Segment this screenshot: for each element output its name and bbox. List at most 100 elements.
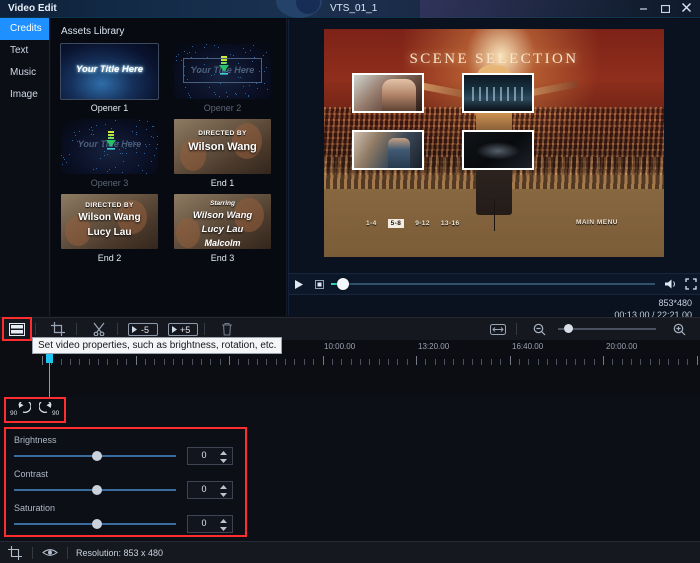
rotate-clockwise-icon[interactable]: 90 [39,400,61,420]
asset-item-end-3[interactable]: Starring Wilson Wang Lucy Lau Malcolm En… [174,194,279,263]
thumb-speck [123,147,124,148]
crop-icon[interactable] [6,545,24,561]
main-menu-link[interactable]: MAIN MENU [576,219,618,226]
forward-5-icon[interactable]: +5 [167,319,199,339]
fit-icon[interactable] [485,319,511,339]
sidebar-item-credits[interactable]: Credits [0,18,49,40]
zoom-knob[interactable] [564,324,573,333]
scissors-icon[interactable] [86,319,112,339]
svg-text:-5: -5 [141,325,149,335]
saturation-stepper[interactable]: 0 [187,515,233,533]
thumb-speck [267,89,268,90]
scene-nav-1-4[interactable]: 1-4 [366,220,377,227]
thumb-speck [264,71,265,72]
eye-icon[interactable] [41,545,59,561]
progress-track [331,283,655,285]
thumb-speck [92,130,93,131]
thumb-speck [128,142,129,143]
toolbar-separator [35,323,36,335]
scene-nav-13-16[interactable]: 13-16 [441,220,460,227]
stop-icon[interactable] [309,273,329,295]
thumb-speck [189,95,190,96]
brightness-stepper[interactable]: 0 [187,447,233,465]
sidebar-item-image[interactable]: Image [0,84,49,106]
scene-glow [476,142,520,160]
scene-thumbnail-3[interactable] [352,130,424,170]
film-icon[interactable] [4,319,30,339]
scene-thumbnail-2[interactable] [462,73,534,113]
stepper-arrows[interactable] [219,450,228,464]
zoom-in-icon[interactable] [666,319,692,339]
thumb-speck [233,55,234,56]
asset-item-end-2[interactable]: DIRECTED BY Wilson Wang Lucy Lau End 2 [61,194,166,263]
playhead-handle[interactable] [46,354,53,363]
rotation-controls: 90 90 [4,397,66,423]
video-preview-screen[interactable]: SCENE SELECTION 1-4 5-8 9-12 13-16 MAIN … [324,29,664,257]
ruler-tick [42,356,43,365]
progress-knob[interactable] [337,278,349,290]
volume-icon[interactable] [661,273,681,295]
slider-knob[interactable] [92,451,102,461]
thumb-speck [69,154,70,155]
fullscreen-icon[interactable] [681,273,700,295]
thumb-speck [252,61,253,62]
thumb-speck [115,167,116,168]
sidebar-item-text[interactable]: Text [0,40,49,62]
thumb-speck [240,77,241,78]
thumb-speck [230,54,231,55]
playback-progress-slider[interactable] [331,273,655,295]
contrast-slider[interactable] [14,483,176,497]
stepper-arrows[interactable] [219,518,228,532]
zoom-out-icon[interactable] [526,319,552,339]
saturation-label: Saturation [14,503,237,513]
thumb-speck [100,158,101,159]
scene-thumbnail-1[interactable] [352,73,424,113]
thumb-speck [178,54,179,55]
thumb-speck [123,161,124,162]
timeline-zoom-slider[interactable] [558,319,656,339]
slider-knob[interactable] [92,519,102,529]
asset-label: Opener 2 [174,103,271,113]
timeline-track-row [0,365,700,397]
crop-icon[interactable] [45,319,71,339]
thumb-speck [146,173,147,174]
asset-item-end-1[interactable]: DIRECTED BY Wilson Wang End 1 [174,119,279,188]
asset-item-opener-1[interactable]: Your Title Here Opener 1 [61,44,166,113]
brightness-slider[interactable] [14,449,176,463]
thumb-speck [219,96,220,97]
close-button[interactable] [681,2,694,15]
scene-nav-5-8[interactable]: 5-8 [388,219,405,228]
thumb-speck [72,140,73,141]
thumb-speck [204,47,205,48]
resolution-status-text: Resolution: 853 x 480 [76,548,163,558]
asset-item-opener-3[interactable]: Your Title Here Opener 3 [61,119,166,188]
contrast-stepper[interactable]: 0 [187,481,233,499]
asset-thumb-line2: Wilson Wang [174,141,271,153]
status-separator [67,547,68,559]
thumb-speck [144,153,145,154]
sidebar-item-music[interactable]: Music [0,62,49,84]
thumb-speck [264,83,265,84]
thumb-speck [118,142,119,143]
rotate-counter-clockwise-icon[interactable]: 90 [9,400,31,420]
play-icon[interactable] [289,273,309,295]
thumb-speck [191,57,192,58]
ruler-tick [510,356,511,365]
rewind-5-icon[interactable]: -5 [127,319,159,339]
scene-thumbnail-4[interactable] [462,130,534,170]
thumb-speck [147,121,148,122]
trash-icon[interactable] [214,319,240,339]
scene-nav-9-12[interactable]: 9-12 [415,220,430,227]
scene-figure [388,138,410,170]
slider-knob[interactable] [92,485,102,495]
ruler-tick [697,356,698,365]
saturation-slider[interactable] [14,517,176,531]
maximize-button[interactable] [659,2,672,15]
stepper-arrows[interactable] [219,484,228,498]
minimize-button[interactable] [637,2,650,15]
thumb-speck [111,128,112,129]
thumb-speck [105,124,106,125]
asset-item-opener-2[interactable]: Your Title Here Opener 2 [174,44,279,113]
thumb-speck [132,131,133,132]
thumb-speck [245,69,246,70]
